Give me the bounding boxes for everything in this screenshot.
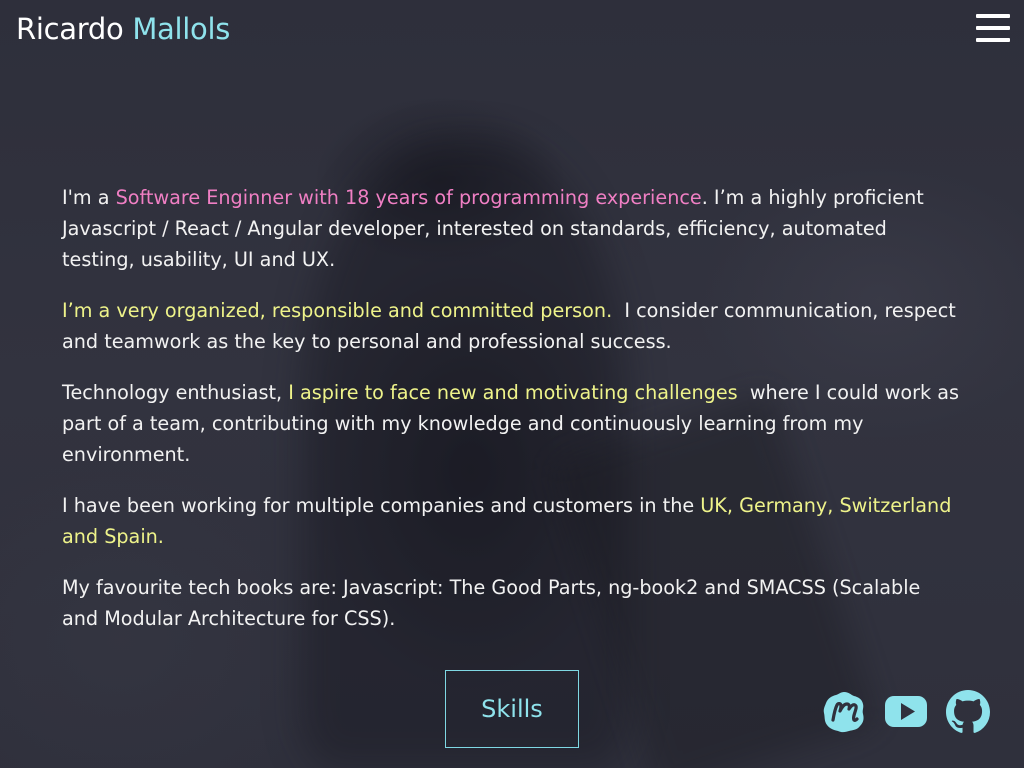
about-paragraph-experience: I'm a Software Enginner with 18 years of… [62,182,962,275]
meetup-icon[interactable] [822,690,866,734]
meetup-icon-graphic [823,692,864,733]
about-text: I'm a [62,186,116,209]
about-section: I'm a Software Enginner with 18 years of… [62,182,962,654]
about-paragraph-books: My favourite tech books are: Javascript:… [62,572,962,634]
about-highlight-personality: I’m a very organized, responsible and co… [62,299,613,322]
menu-bar [976,14,1010,18]
site-title-first-name: Ricardo [16,12,124,46]
skills-button[interactable]: Skills [445,670,579,748]
about-paragraph-personality: I’m a very organized, responsible and co… [62,295,962,357]
hamburger-menu-icon[interactable] [976,14,1010,44]
about-paragraph-challenges: Technology enthusiast, I aspire to face … [62,377,962,470]
about-highlight-experience: Software Enginner with 18 years of progr… [115,186,702,209]
about-text: Technology enthusiast, [62,381,289,404]
youtube-icon-graphic [885,696,927,727]
about-paragraph-countries: I have been working for multiple compani… [62,490,962,552]
menu-bar [976,26,1010,30]
github-icon-graphic [946,690,990,733]
site-title[interactable]: Ricardo Mallols [16,10,230,48]
about-highlight-challenges: I aspire to face new and motivating chal… [288,381,738,404]
menu-bar [976,38,1010,42]
github-icon[interactable] [946,690,990,734]
youtube-icon[interactable] [884,690,928,734]
about-text: My favourite tech books are: Javascript:… [62,576,921,630]
about-text: I have been working for multiple compani… [62,494,701,517]
site-title-last-name: Mallols [132,12,231,46]
